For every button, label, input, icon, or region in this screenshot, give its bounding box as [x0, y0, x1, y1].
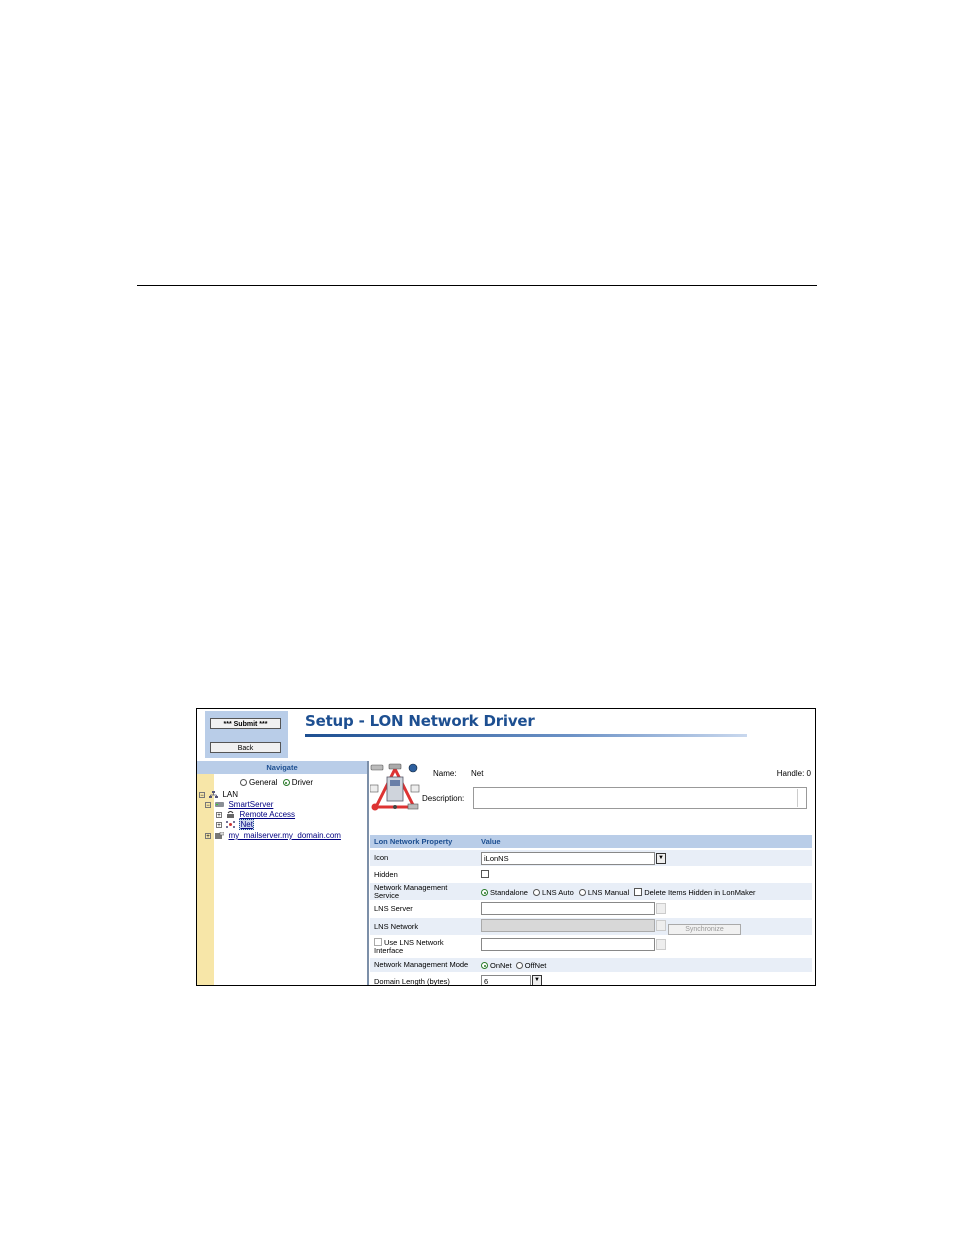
tree-item-remote-access[interactable]: + Remote Access — [216, 810, 295, 819]
lns-server-dropdown-button[interactable] — [656, 903, 666, 914]
tree-item-net[interactable]: + Net — [216, 819, 254, 830]
navigate-panel: Navigate General Driver − LAN − SmartSer… — [197, 761, 369, 985]
lon-driver-screenshot: *** Submit *** Back Setup - LON Network … — [196, 708, 816, 986]
description-textarea[interactable] — [473, 787, 807, 809]
nms-option-standalone[interactable]: Standalone — [481, 888, 528, 897]
row-icon: Icon iLonNS ▼ — [370, 850, 812, 866]
domain-length-dropdown-button[interactable]: ▼ — [532, 975, 542, 985]
row-network-management-mode: Network Management Mode OnNet OffNet — [370, 958, 812, 972]
lon-network-large-icon — [370, 763, 420, 811]
synchronize-button[interactable]: Synchronize — [668, 924, 741, 935]
delete-hidden-checkbox[interactable] — [634, 888, 643, 896]
nms-option-lns-auto[interactable]: LNS Auto — [533, 888, 574, 897]
nms-lns-auto-label: LNS Auto — [542, 888, 574, 897]
nm-mode-label: Network Management Mode — [374, 960, 469, 969]
nm-mode-onnet-radio[interactable] — [481, 962, 488, 969]
row-use-lns-interface: Use LNS Network Interface — [370, 936, 812, 957]
nms-standalone-label: Standalone — [490, 888, 528, 897]
nms-lns-auto-radio[interactable] — [533, 889, 541, 896]
icon-dropdown-button[interactable]: ▼ — [656, 853, 666, 864]
action-button-panel: *** Submit *** Back — [205, 711, 288, 758]
radio-driver-label: Driver — [291, 778, 314, 787]
modem-icon — [227, 811, 235, 818]
nms-lns-manual-label: LNS Manual — [587, 888, 630, 897]
row-network-management-service: Network Management Service Standalone LN… — [370, 883, 812, 900]
domain-length-select[interactable]: 6 — [481, 975, 531, 985]
use-lns-interface-option[interactable]: Use LNS Network Interface — [374, 938, 464, 955]
view-mode-radios: General Driver — [240, 778, 313, 787]
row-lns-server: LNS Server — [370, 901, 812, 917]
name-label: Name: — [433, 769, 457, 778]
row-domain-length: Domain Length (bytes) 6 ▼ — [370, 973, 812, 986]
lns-interface-input[interactable] — [481, 938, 655, 951]
server-icon — [215, 802, 225, 807]
lon-network-icon — [226, 821, 236, 828]
row-hidden: Hidden — [370, 867, 812, 882]
tree-label-net[interactable]: Net — [239, 819, 254, 830]
horizontal-rule — [137, 285, 817, 286]
collapse-icon[interactable]: − — [205, 802, 211, 809]
radio-general-label: General — [249, 778, 278, 787]
icon-row-label: Icon — [374, 853, 389, 862]
lns-network-input[interactable] — [481, 919, 655, 932]
tree-label-remote-access[interactable]: Remote Access — [239, 810, 295, 819]
tree-item-smartserver[interactable]: − SmartServer — [205, 800, 273, 809]
lns-network-label: LNS Network — [374, 922, 419, 931]
delete-hidden-option[interactable]: Delete Items Hidden in LonMaker — [634, 888, 756, 897]
nm-mode-onnet-label: OnNet — [490, 961, 512, 970]
nm-mode-offnet-radio[interactable] — [515, 962, 523, 969]
use-lns-interface-label: Use LNS Network Interface — [374, 938, 444, 955]
nms-lns-manual-radio[interactable] — [578, 889, 586, 896]
radio-driver-circle[interactable] — [282, 779, 290, 786]
nms-option-lns-manual[interactable]: LNS Manual — [578, 888, 630, 897]
description-label: Description: — [422, 794, 465, 803]
nms-options: Standalone LNS Auto LNS Manual Delete It… — [481, 888, 756, 897]
navigate-header: Navigate — [197, 761, 367, 774]
lns-server-input[interactable] — [481, 902, 655, 915]
network-icon — [209, 791, 219, 798]
radio-general-circle[interactable] — [240, 779, 247, 786]
collapse-icon[interactable]: − — [199, 792, 205, 799]
handle-value: Handle: 0 — [776, 769, 811, 778]
back-button[interactable]: Back — [210, 742, 281, 753]
submit-button[interactable]: *** Submit *** — [210, 718, 281, 729]
description-scrollbar[interactable] — [797, 789, 805, 807]
expand-icon[interactable]: + — [216, 822, 222, 829]
hidden-checkbox[interactable] — [481, 870, 489, 878]
nm-mode-onnet[interactable]: OnNet — [481, 961, 512, 970]
icon-select[interactable]: iLonNS — [481, 852, 655, 865]
tree-item-mailserver[interactable]: + my_mailserver.my_domain.com — [205, 831, 341, 840]
lns-network-dropdown-button[interactable] — [656, 920, 666, 931]
title-underline — [305, 734, 747, 737]
nm-mode-options: OnNet OffNet — [481, 961, 546, 970]
nms-row-label: Network Management Service — [374, 883, 448, 900]
driver-details-panel: Name: Net Handle: 0 Description: Lon Net… — [369, 761, 815, 985]
mailserver-icon — [215, 832, 225, 839]
tree-item-lan[interactable]: − LAN — [199, 790, 238, 799]
row-lns-network: LNS Network Synchronize — [370, 918, 812, 935]
tree-label-mailserver[interactable]: my_mailserver.my_domain.com — [228, 831, 340, 840]
radio-general[interactable]: General — [240, 778, 277, 787]
nm-mode-offnet[interactable]: OffNet — [515, 961, 547, 970]
tree-label-lan: LAN — [222, 790, 239, 799]
domain-length-label: Domain Length (bytes) — [374, 977, 450, 986]
name-value: Net — [471, 769, 484, 778]
property-column-header: Lon Network Property — [374, 837, 453, 846]
expand-icon[interactable]: + — [205, 833, 211, 840]
delete-hidden-label: Delete Items Hidden in LonMaker — [644, 888, 756, 897]
use-lns-interface-checkbox[interactable] — [374, 938, 382, 946]
hidden-row-label: Hidden — [374, 870, 398, 879]
page-title: Setup - LON Network Driver — [305, 712, 535, 730]
lns-interface-dropdown-button[interactable] — [656, 939, 666, 950]
nm-mode-offnet-label: OffNet — [524, 961, 547, 970]
value-column-header: Value — [481, 837, 501, 846]
nms-standalone-radio[interactable] — [481, 889, 488, 896]
property-grid-header: Lon Network Property Value — [370, 835, 812, 848]
lns-server-label: LNS Server — [374, 904, 413, 913]
radio-driver[interactable]: Driver — [282, 778, 314, 787]
tree-label-smartserver[interactable]: SmartServer — [228, 800, 273, 809]
expand-icon[interactable]: + — [216, 812, 222, 819]
